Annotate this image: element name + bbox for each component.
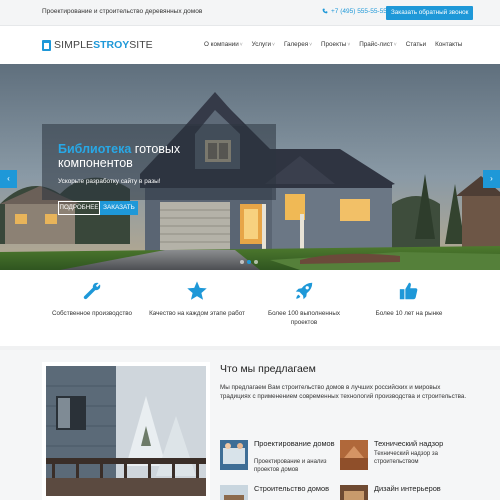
nav-item-projects[interactable]: Проекты˅: [321, 41, 350, 48]
service-construction[interactable]: Строительство домов: [220, 484, 350, 500]
hero-title-highlight: Библиотека: [58, 142, 132, 156]
chevron-left-icon: ‹: [7, 174, 10, 183]
nav-item-label: О компании: [204, 41, 239, 48]
phone-text: +7 (495) 555-55-55: [331, 8, 387, 15]
nav-item-label: Проекты: [321, 41, 347, 48]
hero-more-button[interactable]: ПОДРОБНЕЕ: [58, 201, 100, 215]
service-interior-thumb: [340, 485, 368, 500]
slider-next-button[interactable]: ›: [483, 170, 500, 188]
service-title: Проектирование домов: [254, 439, 335, 448]
offer-description: Мы предлагаем Вам строительство домов в …: [220, 384, 467, 400]
slider-dots: [240, 260, 258, 264]
slider-dot[interactable]: [254, 260, 258, 264]
wrench-icon: [83, 282, 101, 300]
chevron-down-icon: ˅: [347, 42, 351, 48]
star-icon: [187, 281, 207, 300]
nav-item-contacts[interactable]: Контакты: [435, 41, 462, 48]
service-title: Дизайн интерьеров: [374, 484, 441, 493]
feature-text: Более 100 выполненных проектов: [267, 310, 341, 326]
service-interior[interactable]: Дизайн интерьеров: [340, 484, 470, 500]
service-construction-thumb: [220, 485, 248, 500]
top-bar: Проектирование и строительство деревянны…: [0, 0, 500, 26]
slider-dot-active[interactable]: [247, 260, 251, 264]
chevron-down-icon: ˅: [239, 42, 243, 48]
feature-experience: Более 10 лет на рынке: [359, 280, 459, 319]
nav-item-about[interactable]: О компании˅: [204, 41, 243, 48]
site-header: SIMPLE STROY SITE О компании˅ Услуги˅ Гале…: [0, 26, 500, 64]
feature-quality: Качество на каждом этапе работ: [147, 280, 247, 319]
slider-dot[interactable]: [240, 260, 244, 264]
logo-icon: [42, 39, 51, 51]
nav-item-label: Контакты: [435, 41, 463, 48]
chevron-down-icon: ˅: [309, 42, 313, 48]
nav-item-label: Статьи: [405, 41, 427, 48]
offer-title: Что мы предлагаем: [220, 363, 316, 375]
callback-button[interactable]: Заказать обратный звонок: [386, 6, 474, 20]
nav-item-price-list[interactable]: Прайс-лист˅: [359, 41, 396, 48]
nav-item-gallery[interactable]: Галерея˅: [284, 41, 312, 48]
service-title: Строительство домов: [254, 484, 330, 493]
phone-number[interactable]: +7 (495) 555-55-55: [322, 8, 387, 15]
nav-item-articles[interactable]: Статьи: [406, 41, 426, 48]
service-design-thumb: [220, 440, 248, 470]
hero-title: Библиотека готовых компонентов: [58, 142, 258, 170]
chevron-down-icon: ˅: [272, 42, 275, 48]
logo-text-site: SITE: [129, 39, 153, 51]
hero-order-button[interactable]: ЗАКАЗАТЬ: [100, 201, 138, 215]
nav-item-label: Услуги: [251, 41, 272, 48]
offer-photo: [42, 362, 210, 500]
service-supervision[interactable]: Технический надзор Технический надзор за…: [340, 439, 470, 480]
rocket-icon: [295, 282, 313, 300]
nav-item-label: Галерея: [283, 41, 309, 48]
logo-text-stroy: STROY: [93, 39, 130, 51]
service-design[interactable]: Проектирование домов Проектирование и ан…: [220, 439, 350, 480]
feature-text: Качество на каждом этапе работ: [149, 310, 245, 317]
service-desc: Проектирование и анализ проектов домов: [254, 459, 327, 473]
hero-slider: Библиотека готовых компонентов Ускорьте …: [0, 64, 500, 270]
site-logo[interactable]: SIMPLE STROY SITE: [42, 38, 153, 52]
service-title: Технический надзор: [374, 439, 444, 448]
slider-prev-button[interactable]: ‹: [0, 170, 17, 188]
feature-text: Более 10 лет на рынке: [375, 310, 443, 317]
nav-item-services[interactable]: Услуги˅: [252, 41, 275, 48]
chevron-down-icon: ˅: [393, 42, 397, 48]
features-row: Собственное производство Качество на каж…: [0, 270, 500, 346]
service-supervision-thumb: [340, 440, 368, 470]
phone-icon: [322, 8, 328, 14]
service-desc: Технический надзор за строительством: [374, 451, 438, 465]
feature-text: Собственное производство: [51, 310, 133, 317]
thumbs-up-icon: [399, 282, 418, 300]
feature-projects: Более 100 выполненных проектов: [254, 280, 354, 327]
feature-own-production: Собственное производство: [42, 280, 142, 319]
chevron-right-icon: ›: [490, 174, 493, 183]
hero-subtitle: Ускорьте разработку сайту в разы!: [58, 178, 161, 185]
main-nav: О компании˅ Услуги˅ Галерея˅ Проекты˅ Пр…: [204, 41, 471, 48]
winter-house-image: [46, 366, 206, 496]
site-tagline: Проектирование и строительство деревянны…: [42, 8, 203, 15]
logo-text-simple: SIMPLE: [54, 39, 94, 51]
nav-item-label: Прайс-лист: [359, 41, 393, 48]
offer-section: Что мы предлагаем Мы предлагаем Вам стро…: [0, 350, 500, 500]
